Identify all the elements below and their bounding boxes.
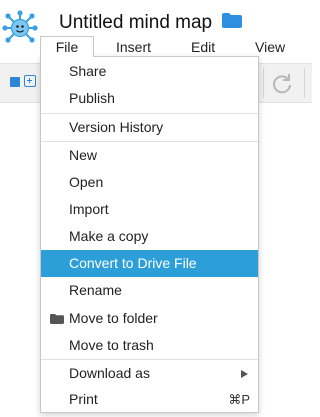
- submenu-arrow-icon: [241, 370, 248, 378]
- menu-file[interactable]: File: [40, 36, 94, 57]
- menu-item-print[interactable]: Print ⌘P: [41, 386, 258, 413]
- menu-item-convert-to-drive-file[interactable]: Convert to Drive File: [41, 250, 258, 277]
- redo-icon[interactable]: [270, 71, 294, 95]
- shortcut-label: ⌘P: [228, 392, 250, 407]
- document-title[interactable]: Untitled mind map: [59, 11, 212, 35]
- node-square-icon[interactable]: [10, 77, 20, 87]
- menu-item-move-to-folder[interactable]: Move to folder: [41, 305, 258, 332]
- add-child-icon[interactable]: [24, 75, 36, 87]
- toolbar-divider: [263, 68, 264, 98]
- menu-item-import[interactable]: Import: [41, 196, 258, 223]
- menu-item-move-to-trash[interactable]: Move to trash: [41, 332, 258, 359]
- menu-bar: File Insert Edit View: [40, 36, 312, 57]
- menu-item-download-as[interactable]: Download as: [41, 360, 258, 387]
- menu-item-share[interactable]: Share: [41, 58, 258, 85]
- folder-icon[interactable]: [222, 13, 242, 28]
- mindmap-logo-icon[interactable]: [2, 10, 38, 46]
- menu-item-rename[interactable]: Rename: [41, 277, 258, 304]
- menu-item-publish[interactable]: Publish: [41, 85, 258, 112]
- menu-item-new[interactable]: New: [41, 142, 258, 169]
- menu-item-label: Print: [69, 391, 98, 407]
- menu-view[interactable]: View: [255, 38, 285, 56]
- folder-icon: [50, 314, 64, 324]
- menu-item-make-a-copy[interactable]: Make a copy: [41, 223, 258, 250]
- menu-insert[interactable]: Insert: [116, 38, 151, 56]
- menu-item-open[interactable]: Open: [41, 169, 258, 196]
- menu-item-label: Download as: [69, 365, 150, 381]
- file-menu-dropdown: Share Publish Version History New Open I…: [40, 56, 259, 413]
- toolbar-divider: [304, 68, 305, 98]
- menu-item-version-history[interactable]: Version History: [41, 114, 258, 141]
- menu-item-label: Move to folder: [69, 310, 158, 326]
- menu-edit[interactable]: Edit: [191, 38, 215, 56]
